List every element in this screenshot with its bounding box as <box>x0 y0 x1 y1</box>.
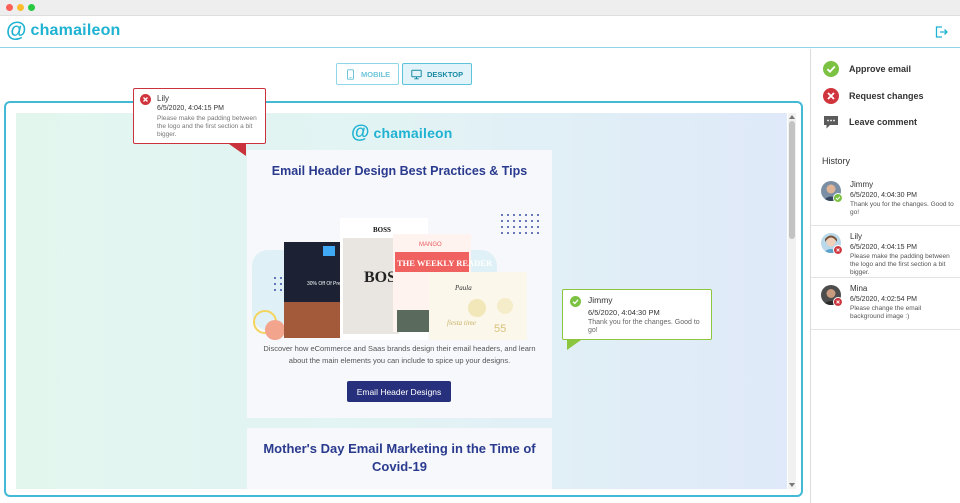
mobile-view-label: MOBILE <box>361 69 391 79</box>
leave-comment-label: Leave comment <box>849 117 918 127</box>
scrollbar-thumb[interactable] <box>789 121 795 239</box>
logo-wordmark: chamaileon <box>30 22 121 39</box>
comment-pointer-jimmy <box>567 340 581 350</box>
article-card-email-header: Email Header Design Best Practices & Tip… <box>247 150 552 418</box>
article-description: Discover how eCommerce and Saas brands d… <box>263 344 536 365</box>
history-message: Please make the padding between the logo… <box>850 253 950 276</box>
history-author: Jimmy <box>850 180 874 189</box>
app-logo[interactable]: @ chamaileon <box>6 19 121 42</box>
monitor-icon <box>411 69 422 79</box>
rejected-badge-icon <box>833 297 843 307</box>
article-title-mothers-day: Mother's Day Email Marketing in the Time… <box>263 441 536 474</box>
x-circle-icon <box>823 88 839 104</box>
history-author: Lily <box>850 232 863 241</box>
leave-comment-button[interactable]: Leave comment <box>823 114 917 130</box>
collage-mango-logo: MANGO <box>419 242 442 248</box>
review-sidebar: Approve email Request changes Leave comm… <box>810 49 960 503</box>
comment-icon <box>824 116 838 129</box>
approved-badge-icon <box>833 193 843 203</box>
request-changes-button[interactable]: Request changes <box>823 88 924 104</box>
article-card-mothers-day: Mother's Day Email Marketing in the Time… <box>247 428 552 489</box>
history-item-mina[interactable]: Mina 6/5/2020, 4:02:54 PM Please change … <box>811 278 960 330</box>
history-author: Mina <box>850 284 868 293</box>
history-time: 6/5/2020, 4:04:30 PM <box>850 192 917 199</box>
collage-boss-logo: BOSS <box>373 226 391 234</box>
email-logo-at-symbol: @ <box>351 122 370 143</box>
comment-pointer-lily <box>229 144 246 156</box>
email-logo: @ chamaileon <box>351 123 453 143</box>
check-circle-icon <box>823 61 839 77</box>
logo-at-symbol: @ <box>6 19 27 42</box>
history-message: Thank you for the changes. Good to go! <box>850 201 954 216</box>
comment-time: 6/5/2020, 4:04:15 PM <box>157 105 224 112</box>
comment-message: Please make the padding between the logo… <box>157 115 257 138</box>
history-item-jimmy[interactable]: Jimmy 6/5/2020, 4:04:30 PM Thank you for… <box>811 174 960 226</box>
email-logo-wordmark: chamaileon <box>373 125 453 141</box>
approve-email-label: Approve email <box>849 64 912 74</box>
email-header-designs-button[interactable]: Email Header Designs <box>347 381 451 402</box>
desktop-view-label: DESKTOP <box>427 69 464 79</box>
comment-author: Lily <box>157 94 170 103</box>
desktop-view-button[interactable]: DESKTOP <box>402 63 473 85</box>
comment-time: 6/5/2020, 4:04:30 PM <box>588 308 660 317</box>
collage-paula-logo: Paula <box>454 284 472 292</box>
approve-email-button[interactable]: Approve email <box>823 61 911 77</box>
history-time: 6/5/2020, 4:04:15 PM <box>850 244 917 251</box>
close-window-dot[interactable] <box>6 4 13 11</box>
article-title: Email Header Design Best Practices & Tip… <box>271 164 528 178</box>
app-header: @ chamaileon <box>0 16 960 48</box>
check-circle-icon <box>570 296 581 307</box>
preview-scrollbar[interactable] <box>788 113 796 489</box>
minimize-window-dot[interactable] <box>17 4 24 11</box>
comment-message: Thank you for the changes. Good to go! <box>588 319 700 334</box>
scroll-down-arrow-icon[interactable] <box>789 483 795 487</box>
maximize-window-dot[interactable] <box>28 4 35 11</box>
logout-icon[interactable] <box>934 25 948 39</box>
x-circle-icon <box>140 94 151 105</box>
mobile-view-button[interactable]: MOBILE <box>336 63 400 85</box>
collage-boss-big: BOS <box>364 269 396 286</box>
history-heading: History <box>822 156 851 166</box>
history-time: 6/5/2020, 4:02:54 PM <box>850 296 917 303</box>
collage-weekly-headline: THE WEEKLY READER <box>397 258 493 268</box>
request-changes-label: Request changes <box>849 91 924 101</box>
collage-fiesta-text: fiesta time <box>447 319 476 327</box>
collage-number-text: 55 <box>494 323 506 335</box>
comment-callout-lily[interactable]: Lily 6/5/2020, 4:04:15 PM Please make th… <box>133 88 266 144</box>
email-designs-collage-image: 30% Off Of Premium Mem BOSS BOS MANGO TH… <box>252 214 539 340</box>
phone-icon <box>347 68 354 80</box>
scroll-up-arrow-icon[interactable] <box>789 115 795 119</box>
comment-author: Jimmy <box>588 295 613 305</box>
comment-callout-jimmy[interactable]: Jimmy 6/5/2020, 4:04:30 PM Thank you for… <box>562 289 712 340</box>
history-message: Please change the email background image… <box>850 305 922 320</box>
window-chrome <box>0 0 960 16</box>
rejected-badge-icon <box>833 245 843 255</box>
history-item-lily[interactable]: Lily 6/5/2020, 4:04:15 PM Please make th… <box>811 226 960 278</box>
